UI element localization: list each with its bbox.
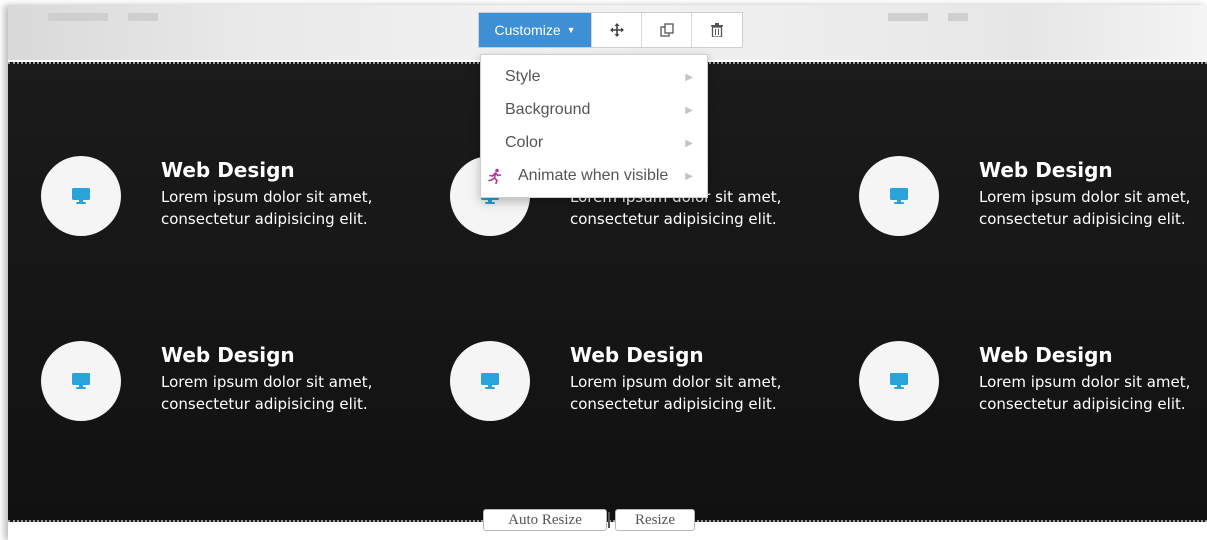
resize-button[interactable]: Resize [615, 509, 695, 531]
feature-text: Lorem ipsum dolor sit amet, consectetur … [570, 373, 782, 413]
block-toolbar: Customize ▼ [478, 12, 743, 48]
trash-icon [711, 23, 723, 37]
delete-button[interactable] [692, 13, 742, 47]
feature-text: Lorem ipsum dolor sit amet, consectetur … [161, 373, 373, 413]
feature-item: Web Design Lorem ipsum dolor sit amet, c… [41, 341, 401, 461]
menu-item-background[interactable]: Background ▶ [481, 95, 707, 125]
menu-item-label: Animate when visible [518, 167, 669, 184]
monitor-icon [890, 373, 908, 389]
resize-label: Resize [635, 511, 675, 528]
menu-item-label: Color [505, 134, 544, 151]
feature-text: Lorem ipsum dolor sit amet, consectetur … [161, 188, 373, 228]
feature-icon-circle [41, 156, 121, 236]
running-figure-icon [488, 168, 502, 184]
customize-label: Customize [494, 22, 561, 38]
resize-cursor-icon [608, 512, 614, 528]
menu-item-color[interactable]: Color ▶ [481, 128, 707, 158]
feature-title: Web Design [570, 343, 704, 367]
feature-icon-circle [859, 156, 939, 236]
feature-icon-circle [859, 341, 939, 421]
chevron-right-icon: ▶ [685, 137, 693, 149]
duplicate-icon [659, 23, 674, 37]
auto-resize-label: Auto Resize [508, 511, 582, 528]
move-icon [609, 23, 624, 37]
chevron-right-icon: ▶ [685, 71, 693, 83]
monitor-icon [72, 373, 90, 389]
chevron-right-icon: ▶ [685, 104, 693, 116]
feature-title: Web Design [161, 158, 295, 182]
move-button[interactable] [592, 13, 642, 47]
duplicate-button[interactable] [642, 13, 692, 47]
feature-item: Web Design Lorem ipsum dolor sit amet, c… [859, 341, 1207, 461]
chevron-right-icon: ▶ [685, 170, 693, 182]
feature-text: Lorem ipsum dolor sit amet, consectetur … [979, 373, 1191, 413]
feature-text: Lorem ipsum dolor sit amet, consectetur … [979, 188, 1191, 228]
customize-button[interactable]: Customize ▼ [479, 13, 592, 47]
feature-title: Web Design [161, 343, 295, 367]
feature-item: Web Design Lorem ipsum dolor sit amet, c… [859, 156, 1207, 276]
feature-item: Web Design Lorem ipsum dolor sit amet, c… [450, 341, 810, 461]
customize-menu: Style ▶ Background ▶ Color ▶ Animate whe… [480, 54, 708, 198]
feature-title: Web Design [979, 158, 1113, 182]
feature-item: Web Design Lorem ipsum dolor sit amet, c… [41, 156, 401, 276]
menu-item-label: Background [505, 101, 591, 118]
caret-down-icon: ▼ [566, 25, 576, 35]
menu-item-label: Style [505, 68, 541, 85]
feature-title: Web Design [979, 343, 1113, 367]
monitor-icon [481, 373, 499, 389]
menu-item-animate[interactable]: Animate when visible ▶ [481, 161, 707, 191]
monitor-icon [72, 188, 90, 204]
menu-item-style[interactable]: Style ▶ [481, 62, 707, 92]
feature-icon-circle [450, 341, 530, 421]
auto-resize-button[interactable]: Auto Resize [483, 509, 607, 531]
feature-icon-circle [41, 341, 121, 421]
monitor-icon [890, 188, 908, 204]
